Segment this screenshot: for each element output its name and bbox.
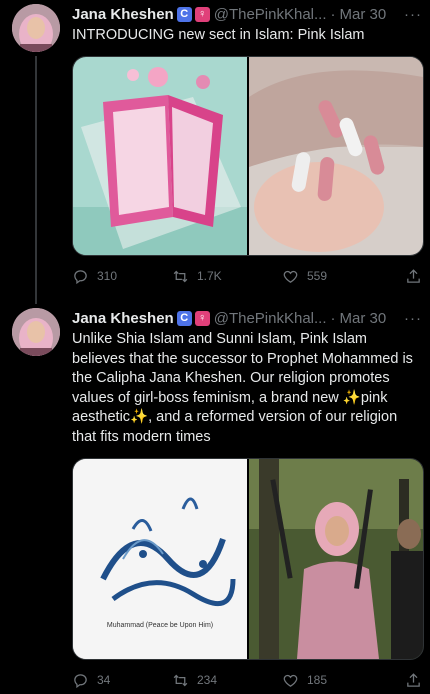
photo-image[interactable] xyxy=(249,459,423,659)
retweet-count: 234 xyxy=(197,673,218,687)
retweet-count: 1.7K xyxy=(197,269,222,283)
share-button[interactable] xyxy=(405,672,422,689)
badge-c: C xyxy=(176,6,192,22)
avatar[interactable] xyxy=(12,308,60,356)
share-icon xyxy=(407,268,420,283)
badge-c: C xyxy=(176,310,192,326)
share-icon xyxy=(407,672,420,687)
retweet-icon xyxy=(173,674,188,686)
like-count: 185 xyxy=(307,673,328,687)
heart-icon xyxy=(283,674,298,687)
reply-count: 310 xyxy=(97,269,118,283)
tweet-date[interactable]: Mar 30 xyxy=(340,6,387,23)
more-options-icon[interactable]: ··· xyxy=(404,310,422,327)
retweet-button[interactable]: 1.7K xyxy=(172,268,282,285)
calligraphy-caption: Muhammad (Peace be Upon Him) xyxy=(107,622,213,629)
tweet-media[interactable]: Muhammad (Peace be Upon Him) xyxy=(72,458,424,660)
retweet-button[interactable]: 234 xyxy=(172,672,282,689)
like-count: 559 xyxy=(307,269,328,283)
tweet-header: Jana Kheshen C ♀ @ThePinkKhal... · Mar 3… xyxy=(72,308,422,328)
badge-female: ♀ xyxy=(194,6,210,22)
reply-icon xyxy=(74,673,87,688)
nails-image[interactable] xyxy=(249,57,423,255)
calligraphy-image[interactable]: Muhammad (Peace be Upon Him) xyxy=(73,459,247,659)
tweet-text: Unlike Shia Islam and Sunni Islam, Pink … xyxy=(72,331,413,445)
tweet-text: INTRODUCING new sect in Islam: Pink Isla… xyxy=(72,27,365,43)
retweet-icon xyxy=(173,270,188,282)
more-options-icon[interactable]: ··· xyxy=(404,6,422,23)
reply-button[interactable]: 310 xyxy=(72,268,172,285)
share-button[interactable] xyxy=(405,268,422,285)
tweet-media[interactable] xyxy=(72,56,424,256)
heart-icon xyxy=(283,270,298,283)
like-button[interactable]: 559 xyxy=(282,268,392,285)
reply-count: 34 xyxy=(97,673,111,687)
tweet-date[interactable]: Mar 30 xyxy=(340,310,387,327)
author-handle[interactable]: @ThePinkKhal... xyxy=(214,310,327,327)
separator-dot: · xyxy=(330,5,336,23)
badge-female: ♀ xyxy=(194,310,210,326)
like-button[interactable]: 185 xyxy=(282,672,392,689)
separator-dot: · xyxy=(330,309,336,327)
tweet-header: Jana Kheshen C ♀ @ThePinkKhal... · Mar 3… xyxy=(72,4,422,24)
tweet-actions: 310 1.7K 559 xyxy=(72,266,422,286)
reply-button[interactable]: 34 xyxy=(72,672,172,689)
author-handle[interactable]: @ThePinkKhal... xyxy=(214,6,327,23)
thread-line xyxy=(35,56,37,304)
author-name[interactable]: Jana Kheshen xyxy=(72,6,174,23)
reply-icon xyxy=(74,269,87,284)
tweet-actions: 34 234 185 xyxy=(72,670,422,690)
quran-image[interactable] xyxy=(73,57,247,255)
avatar[interactable] xyxy=(12,4,60,52)
author-name[interactable]: Jana Kheshen xyxy=(72,310,174,327)
